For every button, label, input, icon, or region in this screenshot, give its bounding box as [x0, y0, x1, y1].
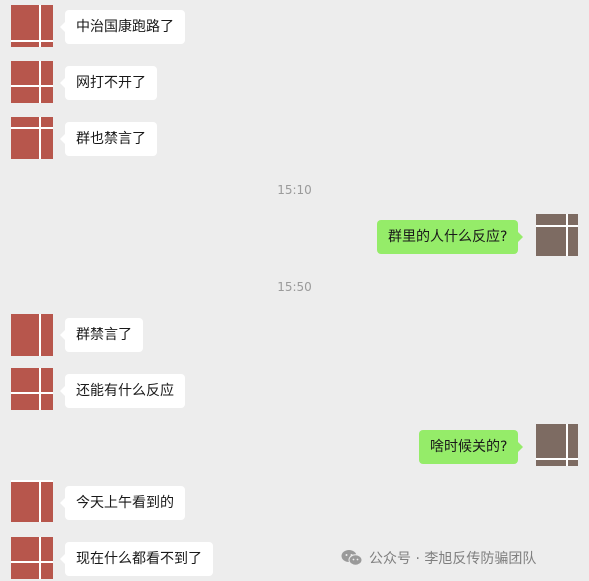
- message-bubble[interactable]: 群里的人什么反应?: [377, 220, 524, 254]
- self-avatar-icon: [536, 214, 578, 256]
- message-bubble[interactable]: 群也禁言了: [60, 122, 157, 156]
- contact-avatar[interactable]: [11, 537, 53, 579]
- contact-avatar-icon: [11, 368, 53, 410]
- message-bubble[interactable]: 现在什么都看不到了: [60, 542, 213, 576]
- message-bubble[interactable]: 今天上午看到的: [60, 486, 185, 520]
- message-bubble[interactable]: 啥时候关的?: [419, 430, 524, 464]
- self-avatar[interactable]: [536, 424, 578, 466]
- contact-avatar-icon: [11, 61, 53, 103]
- contact-avatar-icon: [11, 480, 53, 522]
- contact-avatar[interactable]: [11, 480, 53, 522]
- contact-avatar[interactable]: [11, 368, 53, 410]
- contact-avatar-icon: [11, 314, 53, 356]
- wechat-icon: [341, 549, 363, 567]
- watermark: 公众号 · 李旭反传防骗团队: [341, 547, 536, 569]
- message-bubble[interactable]: 群禁言了: [60, 318, 143, 352]
- message-timestamp: 15:50: [277, 280, 312, 294]
- message-timestamp: 15:10: [277, 183, 312, 197]
- self-avatar[interactable]: [536, 214, 578, 256]
- contact-avatar[interactable]: [11, 5, 53, 47]
- message-bubble[interactable]: 网打不开了: [60, 66, 157, 100]
- contact-avatar[interactable]: [11, 314, 53, 356]
- contact-avatar-icon: [11, 5, 53, 47]
- watermark-text: 公众号 · 李旭反传防骗团队: [369, 551, 537, 567]
- message-bubble[interactable]: 还能有什么反应: [60, 374, 185, 408]
- contact-avatar-icon: [11, 537, 53, 579]
- contact-avatar[interactable]: [11, 61, 53, 103]
- contact-avatar[interactable]: [11, 117, 53, 159]
- chat-window: 中治国康跑路了 网打不开了 群也禁言了 15:10 群里的人什么反应? 15:5…: [0, 0, 589, 581]
- contact-avatar-icon: [11, 117, 53, 159]
- message-bubble[interactable]: 中治国康跑路了: [60, 10, 185, 44]
- self-avatar-icon: [536, 424, 578, 466]
